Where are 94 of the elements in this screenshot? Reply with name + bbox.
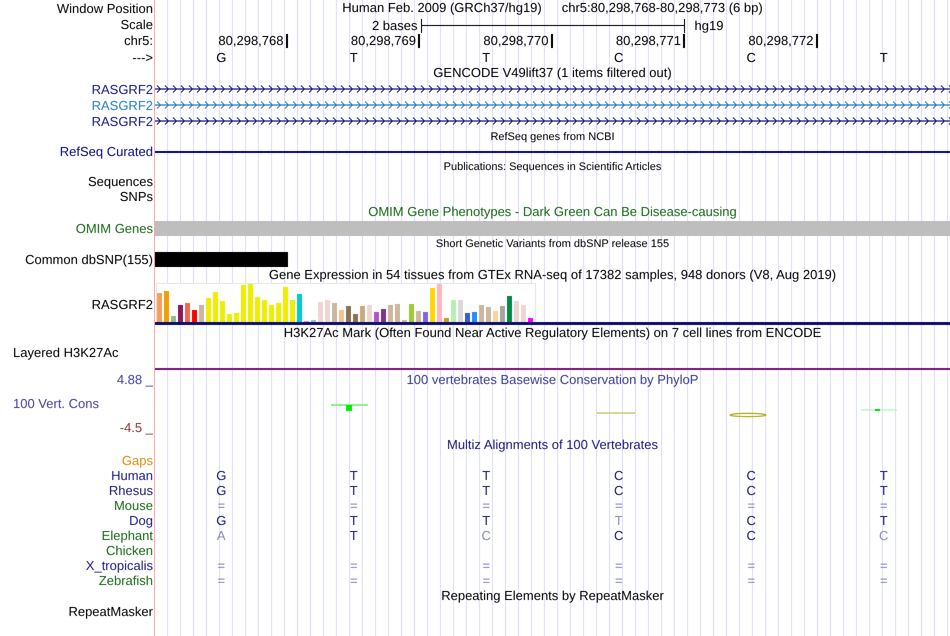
track-title: GENCODE V49lift37 (1 items filtered out): [433, 65, 672, 80]
aligned-base: T: [880, 469, 888, 482]
aligned-base: =: [880, 574, 888, 587]
track-label: 100 Vert. Cons: [12, 396, 99, 411]
position-range: chr5:80,298,768-80,298,773 (6 bp): [562, 0, 763, 18]
aligned-base: C: [746, 529, 756, 542]
aligned-base: T: [880, 514, 888, 527]
aligned-base: =: [880, 499, 888, 512]
aligned-base: T: [482, 514, 490, 527]
aligned-base: T: [482, 469, 490, 482]
aligned-base: =: [482, 559, 490, 572]
base-letter: T: [880, 50, 888, 64]
aligned-base: =: [217, 559, 226, 572]
position-tick: 80,298,769: [350, 34, 420, 48]
track-label: OMIM Genes: [76, 222, 153, 234]
aligned-base: C: [746, 514, 756, 527]
aligned-base: C: [879, 529, 888, 542]
track-label: Scale: [120, 18, 153, 30]
track-label: RASGRF2: [92, 114, 153, 128]
track-label: RASGRF2: [92, 298, 153, 310]
track-label: --->: [132, 50, 153, 64]
base-letter: G: [216, 50, 226, 64]
aligned-base: T: [350, 484, 358, 497]
aligned-base: C: [482, 529, 491, 542]
scale-text: 2 bases: [370, 17, 418, 35]
aligned-base: T: [614, 514, 623, 527]
aligned-base: =: [482, 499, 490, 512]
base-letter: C: [746, 50, 756, 64]
track-label: RASGRF2: [92, 98, 153, 112]
track-label: RefSeq Curated: [60, 145, 153, 158]
aligned-base: =: [614, 574, 623, 587]
track-title: OMIM Gene Phenotypes - Dark Green Can Be Disease-causing: [368, 204, 737, 219]
track-title: Multiz Alignments of 100 Vertebrates: [446, 437, 658, 452]
aligned-base: C: [746, 469, 756, 482]
track-label: X_tropicalis: [86, 559, 153, 572]
track-label: Layered H3K27Ac: [13, 346, 119, 359]
track-label: Elephant: [102, 529, 153, 542]
aligned-base: =: [350, 574, 358, 587]
track-label: 4.88 _: [116, 372, 153, 387]
track-label: -4.5 _: [120, 420, 153, 435]
track-title: Gene Expression in 54 tissues from GTEx RNA-seq of 17382 samples, 948 donors (V8, Aug 2019): [268, 267, 836, 282]
track-label: RepeatMasker: [68, 605, 153, 618]
aligned-base: =: [350, 499, 358, 512]
aligned-base: C: [614, 484, 624, 497]
genome-assembly-title: Human Feb. 2009 (GRCh37/hg19): [342, 0, 542, 18]
aligned-base: =: [614, 499, 623, 512]
aligned-base: T: [350, 529, 358, 542]
position-tick: 80,298,771: [616, 34, 685, 48]
track-title: Repeating Elements by RepeatMasker: [441, 588, 664, 603]
aligned-base: =: [747, 574, 756, 587]
aligned-base: C: [746, 484, 756, 497]
track-title: Publications: Sequences in Scientific Articles: [444, 161, 662, 173]
track-label: Chicken: [106, 544, 153, 557]
aligned-base: C: [614, 469, 624, 482]
position-tick: 80,298,770: [483, 34, 552, 48]
position-tick: 80,298,772: [748, 34, 818, 48]
aligned-base: A: [216, 529, 226, 542]
aligned-base: T: [880, 484, 888, 497]
track-label: Rhesus: [108, 484, 153, 497]
track-title: Short Genetic Variants from dbSNP release 155: [436, 238, 670, 250]
track-title: RefSeq genes from NCBI: [490, 131, 615, 143]
aligned-base: =: [350, 559, 358, 572]
track-label: chr5:: [124, 34, 153, 47]
aligned-base: =: [747, 559, 756, 572]
track-label: Dog: [129, 514, 153, 527]
aligned-base: =: [482, 574, 490, 587]
base-letter: C: [614, 50, 624, 64]
aligned-base: T: [350, 469, 358, 482]
aligned-base: G: [216, 484, 226, 497]
track-title: 100 vertebrates Basewise Conservation by PhyloP: [406, 372, 698, 387]
track-label: Mouse: [114, 499, 153, 512]
aligned-base: C: [614, 529, 624, 542]
track-label: Common dbSNP(155): [25, 252, 153, 266]
base-letter: T: [482, 50, 490, 64]
aligned-base: =: [614, 559, 623, 572]
track-label: Window Position: [56, 2, 153, 14]
aligned-base: T: [482, 484, 490, 497]
base-letter: T: [350, 50, 358, 64]
aligned-base: =: [747, 499, 756, 512]
aligned-base: =: [217, 574, 226, 587]
track-label: Zebrafish: [98, 574, 153, 587]
aligned-base: G: [216, 469, 226, 482]
position-tick: 80,298,768: [218, 34, 288, 48]
track-label: RASGRF2: [92, 82, 153, 96]
aligned-base: T: [350, 514, 358, 527]
track-label: SNPs: [120, 190, 153, 203]
track-label: Sequences: [88, 175, 153, 188]
track-label: Gaps: [122, 454, 153, 467]
aligned-base: G: [216, 514, 226, 527]
track-title: H3K27Ac Mark (Often Found Near Active Regulatory Elements) on 7 cell lines from ENCODE: [284, 325, 822, 340]
aligned-base: =: [217, 499, 226, 512]
aligned-base: =: [880, 559, 888, 572]
track-label: Human: [111, 469, 153, 482]
assembly-label: hg19: [694, 17, 724, 35]
